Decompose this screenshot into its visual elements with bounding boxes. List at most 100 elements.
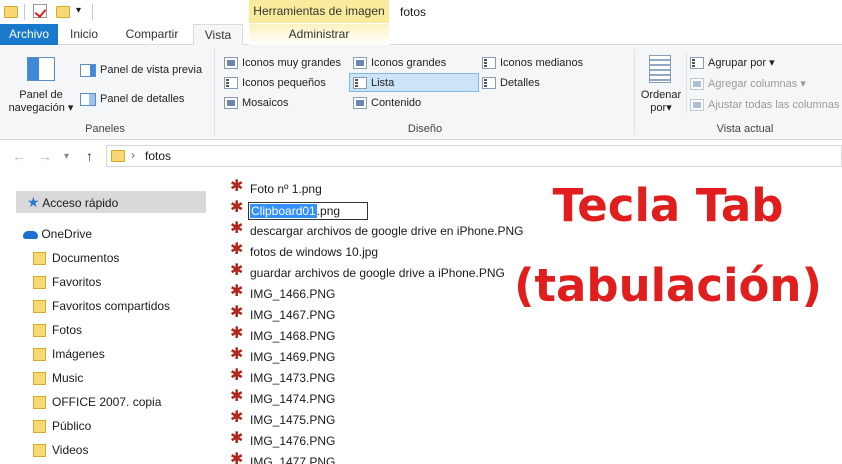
overlay-line1: Tecla Tab	[552, 179, 784, 232]
nav-folder-item[interactable]: Fotos	[33, 319, 82, 341]
nav-folder-item[interactable]: OFFICE 2007. copia	[33, 391, 161, 413]
details-pane-label: Panel de detalles	[100, 93, 185, 105]
nav-pane-label-line2: navegación ▾	[8, 102, 74, 114]
nav-folder-item[interactable]: Favoritos	[33, 271, 101, 293]
content-icon	[353, 97, 367, 110]
tab-vista[interactable]: Vista	[193, 24, 243, 46]
up-arrow-icon[interactable]: ↑	[86, 148, 93, 164]
nav-pane-label-line1: Panel de	[19, 89, 63, 101]
folder-icon	[33, 396, 46, 410]
sort-by-label[interactable]: Ordenar por▾	[638, 89, 684, 115]
file-item[interactable]: descargar archivos de google drive en iP…	[230, 221, 524, 242]
sort-by-button[interactable]	[649, 55, 671, 83]
navigation-pane-icon	[27, 57, 55, 81]
image-file-icon	[230, 200, 246, 219]
separator	[24, 4, 25, 20]
navigation-pane-label[interactable]: Panel de navegación ▾	[6, 89, 76, 115]
sort-icon	[649, 55, 671, 83]
navigation-pane-button[interactable]	[27, 57, 55, 81]
image-file-icon	[230, 368, 246, 387]
file-item[interactable]: IMG_1475.PNG	[230, 410, 335, 431]
properties-icon[interactable]	[33, 4, 47, 18]
recent-dropdown-icon[interactable]: ▾	[64, 151, 69, 162]
add-columns-button[interactable]: Agregar columnas ▾	[690, 76, 806, 92]
preview-pane-label: Panel de vista previa	[100, 64, 203, 76]
file-item[interactable]: Foto nº 1.png	[230, 179, 322, 200]
chevron-right-icon[interactable]: ›	[131, 148, 135, 162]
nav-folder-item[interactable]: Videos	[33, 439, 88, 461]
file-item[interactable]: IMG_1467.PNG	[230, 305, 335, 326]
file-item[interactable]: IMG_1466.PNG	[230, 284, 335, 305]
separator	[634, 49, 635, 135]
image-file-icon	[230, 221, 246, 240]
group-label-paneles: Paneles	[85, 123, 125, 135]
folder-icon	[33, 348, 46, 362]
nav-folder-item[interactable]: Favoritos compartidos	[33, 295, 170, 317]
add-columns-icon	[690, 78, 704, 91]
customize-dropdown-icon[interactable]: ▾	[76, 6, 81, 16]
folder-icon	[33, 252, 46, 266]
image-file-icon	[230, 431, 246, 450]
address-field[interactable]: › fotos	[106, 145, 842, 167]
list-icon	[353, 77, 367, 90]
back-arrow-icon[interactable]: ←	[12, 148, 26, 164]
layout-option[interactable]: Iconos muy grandes	[224, 55, 341, 71]
file-item[interactable]: IMG_1477.PNG	[230, 452, 335, 464]
file-item-renaming[interactable]	[230, 200, 250, 221]
folder-icon	[33, 300, 46, 314]
layout-option[interactable]: Iconos medianos	[482, 55, 583, 71]
fit-columns-icon	[690, 99, 704, 112]
image-file-icon	[230, 263, 246, 282]
nav-folder-item[interactable]: Público	[33, 415, 91, 437]
folder-icon	[111, 150, 125, 162]
nav-folder-item[interactable]: Documentos	[33, 247, 119, 269]
layout-option[interactable]: Iconos pequeños	[224, 75, 326, 91]
tab-compartir[interactable]: Compartir	[112, 24, 192, 45]
overlay-annotation: Tecla Tab (tabulación)	[498, 166, 838, 326]
context-tab-header: Herramientas de imagen	[249, 0, 389, 23]
image-file-icon	[230, 347, 246, 366]
rename-selected-text: Clipboard01	[250, 204, 317, 218]
preview-pane-button[interactable]: Panel de vista previa	[80, 62, 202, 78]
file-item[interactable]: guardar archivos de google drive a iPhon…	[230, 263, 505, 284]
layout-option-selected[interactable]: Lista	[353, 75, 394, 91]
file-item[interactable]: IMG_1473.PNG	[230, 368, 335, 389]
file-item[interactable]: IMG_1468.PNG	[230, 326, 335, 347]
layout-option[interactable]: Iconos grandes	[353, 55, 446, 71]
layout-option[interactable]: Mosaicos	[224, 95, 288, 111]
nav-quick-access[interactable]: ★ Acceso rápido	[27, 191, 118, 213]
file-item[interactable]: IMG_1474.PNG	[230, 389, 335, 410]
folder-icon	[33, 372, 46, 386]
file-item[interactable]: IMG_1469.PNG	[230, 347, 335, 368]
file-item[interactable]: IMG_1476.PNG	[230, 431, 335, 452]
nav-onedrive[interactable]: OneDrive	[23, 223, 92, 245]
small-icons-icon	[224, 77, 238, 90]
preview-pane-icon	[80, 63, 96, 77]
image-file-icon	[230, 179, 246, 198]
layout-option[interactable]: Contenido	[353, 95, 421, 111]
tab-archivo[interactable]: Archivo	[0, 24, 58, 45]
overlay-line2: (tabulación)	[513, 259, 823, 312]
separator	[214, 49, 215, 135]
address-path[interactable]: fotos	[145, 149, 171, 163]
group-label-vista-actual: Vista actual	[716, 123, 774, 135]
group-label-diseno: Diseño	[407, 123, 443, 135]
new-folder-icon[interactable]	[56, 6, 70, 18]
file-item[interactable]: fotos de windows 10.jpg	[230, 242, 378, 263]
tab-inicio[interactable]: Inicio	[58, 24, 110, 45]
window-title: fotos	[400, 5, 427, 19]
rename-input[interactable]: Clipboard01.png	[248, 202, 368, 220]
image-file-icon	[230, 242, 246, 261]
forward-arrow-icon[interactable]: →	[38, 148, 52, 164]
nav-folder-item[interactable]: Music	[33, 367, 83, 389]
details-pane-button[interactable]: Panel de detalles	[80, 91, 184, 107]
image-file-icon	[230, 284, 246, 303]
fit-columns-button[interactable]: Ajustar todas las columnas	[690, 97, 839, 113]
tab-administrar[interactable]: Administrar	[249, 24, 389, 45]
nav-folder-item[interactable]: Imágenes	[33, 343, 105, 365]
ribbon-tabs: Archivo Inicio Compartir Vista Administr…	[0, 24, 842, 46]
group-by-button[interactable]: Agrupar por ▾	[690, 55, 775, 71]
medium-icons-icon	[482, 57, 496, 70]
large-icons-icon	[353, 57, 367, 70]
layout-option[interactable]: Detalles	[482, 75, 540, 91]
